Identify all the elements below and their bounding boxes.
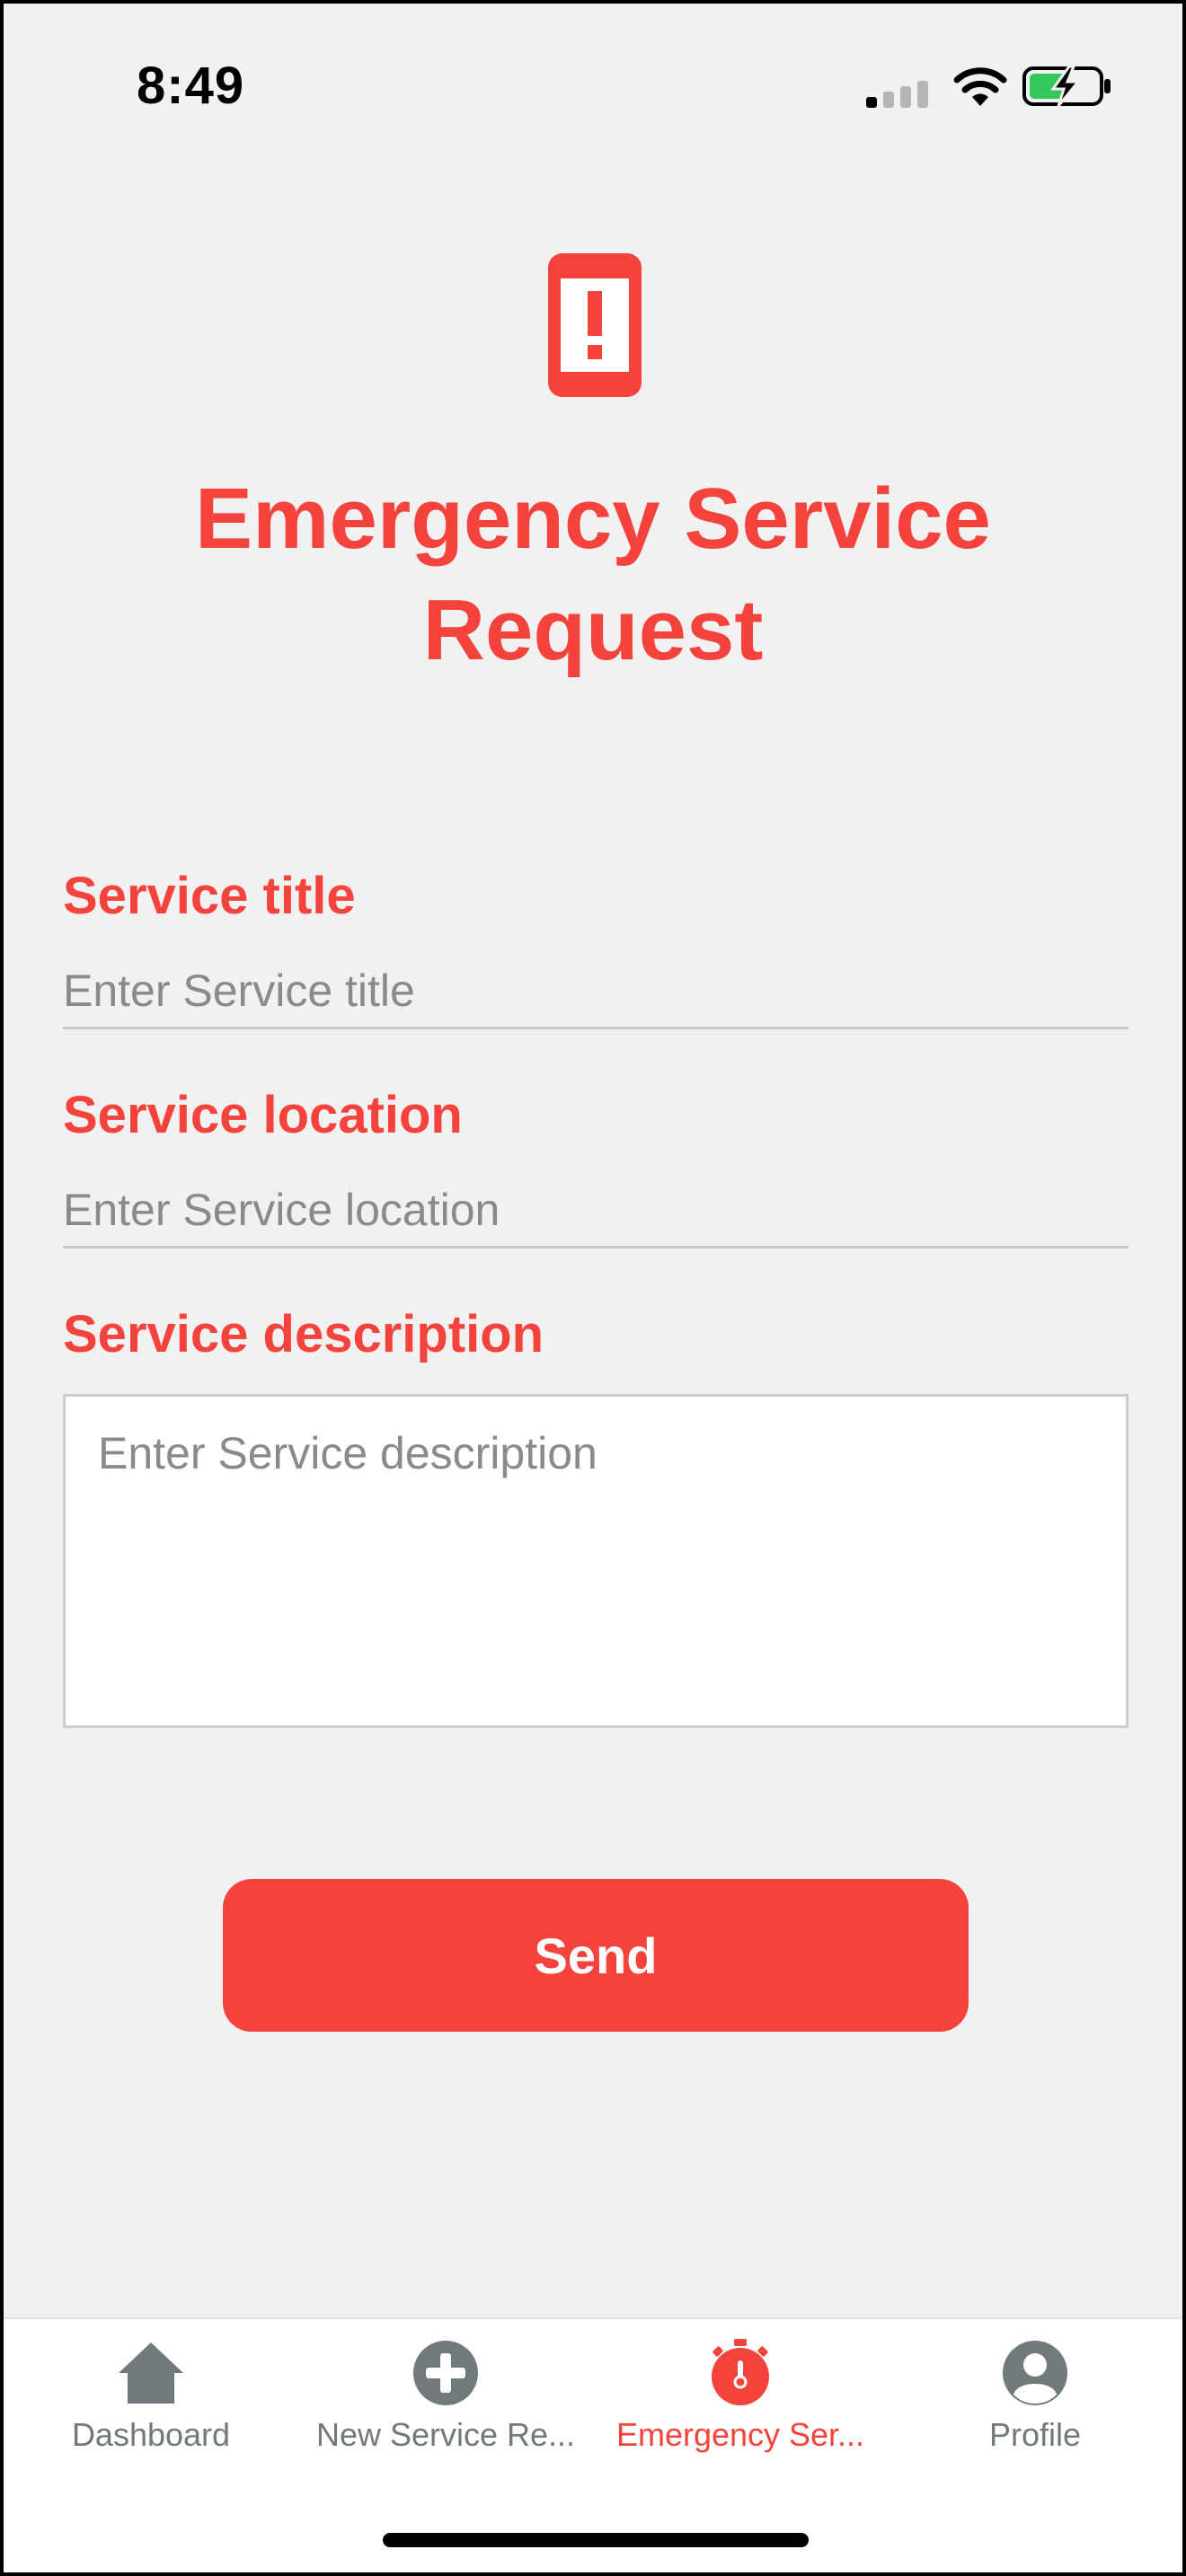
home-icon: [119, 2342, 183, 2404]
user-circle-icon: [1003, 2341, 1067, 2405]
tab-new-service-request[interactable]: New Service Re...: [298, 2337, 593, 2472]
screen: 8:49 Emergency Service Request Service t…: [4, 4, 1182, 2572]
tab-dashboard[interactable]: Dashboard: [4, 2337, 298, 2472]
send-button[interactable]: Send: [223, 1879, 969, 2032]
tab-label: Profile: [988, 2416, 1082, 2453]
home-indicator[interactable]: [383, 2533, 809, 2547]
tab-label: Dashboard: [71, 2416, 231, 2453]
service-location-input[interactable]: [63, 1173, 1128, 1248]
page-title: Emergency Service Request: [195, 471, 991, 678]
tab-emergency-service[interactable]: Emergency Ser...: [593, 2337, 888, 2472]
battery-charging-icon: [1022, 65, 1111, 107]
tab-profile[interactable]: Profile: [888, 2337, 1182, 2472]
tab-label: New Service Re...: [315, 2416, 576, 2453]
plus-circle-icon: [413, 2341, 478, 2405]
wifi-icon: [953, 67, 1007, 106]
service-title-label: Service title: [63, 867, 356, 925]
status-time: 8:49: [137, 57, 245, 115]
service-location-label: Service location: [63, 1086, 463, 1144]
phone-alert-icon: [548, 253, 642, 397]
stopwatch-icon: [712, 2339, 769, 2405]
tab-label: Emergency Ser...: [615, 2416, 865, 2453]
cellular-signal-icon: [866, 81, 928, 108]
service-description-label: Service description: [63, 1305, 544, 1363]
service-title-input[interactable]: [63, 954, 1128, 1029]
service-description-textarea[interactable]: [63, 1394, 1128, 1728]
